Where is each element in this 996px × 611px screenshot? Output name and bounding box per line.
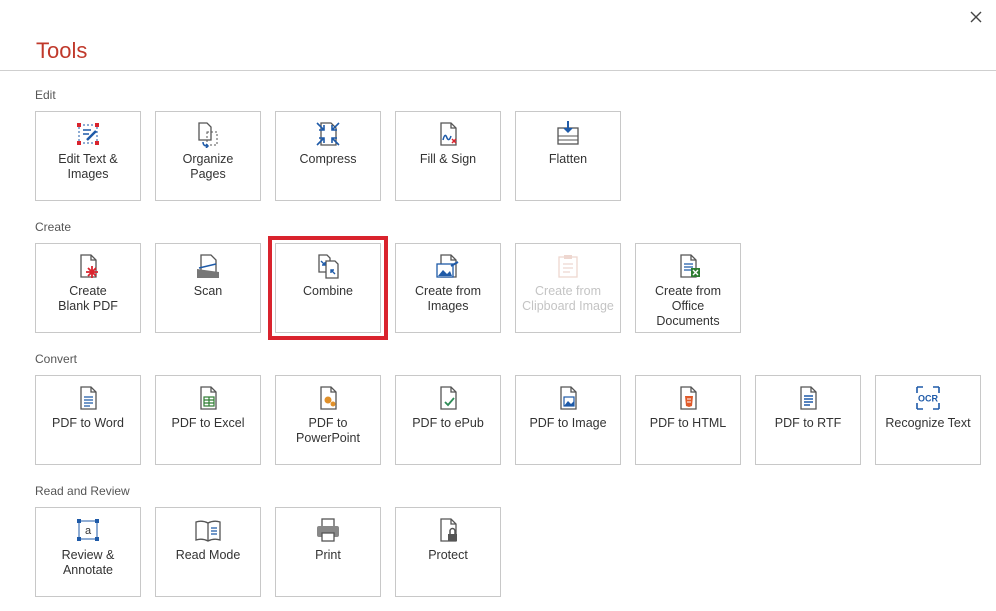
organize-pages-icon (194, 120, 222, 148)
title-divider (0, 70, 996, 71)
tool-label: Edit Text & Images (58, 152, 118, 181)
tool-protect[interactable]: Protect (395, 507, 501, 597)
ocr-icon: OCR (914, 384, 942, 412)
clipboard-icon (554, 252, 582, 280)
tool-label: Print (315, 548, 341, 562)
tool-review-annotate[interactable]: a Review & Annotate (35, 507, 141, 597)
svg-text:a: a (85, 525, 92, 537)
tool-read-mode[interactable]: Read Mode (155, 507, 261, 597)
blank-pdf-icon (74, 252, 102, 280)
tool-label: Create from Clipboard Image (522, 284, 614, 313)
tool-label: Create from Office Documents (655, 284, 721, 328)
html-icon (674, 384, 702, 412)
tool-label: PDF to Image (529, 416, 607, 430)
office-docs-icon (674, 252, 702, 280)
excel-icon (194, 384, 222, 412)
fill-sign-icon (434, 120, 462, 148)
tool-pdf-to-rtf[interactable]: PDF to RTF (755, 375, 861, 465)
tool-create-blank-pdf[interactable]: Create Blank PDF (35, 243, 141, 333)
tool-fill-sign[interactable]: Fill & Sign (395, 111, 501, 201)
close-icon (970, 11, 982, 23)
tool-label: Compress (299, 152, 357, 166)
epub-icon (434, 384, 462, 412)
images-icon (434, 252, 462, 280)
tool-label: PDF to ePub (412, 416, 484, 430)
tool-edit-text-images[interactable]: Edit Text & Images (35, 111, 141, 201)
tool-pdf-to-powerpoint[interactable]: PDF to PowerPoint (275, 375, 381, 465)
tool-label: Create Blank PDF (58, 284, 118, 313)
tool-create-from-clipboard-image: Create from Clipboard Image (515, 243, 621, 333)
read-mode-icon (194, 516, 222, 544)
page-title: Tools (36, 38, 88, 63)
tool-label: Organize Pages (182, 152, 234, 181)
tool-label: Review & Annotate (61, 548, 115, 577)
tool-label: PDF to RTF (774, 416, 842, 430)
compress-icon (314, 120, 342, 148)
rtf-icon (794, 384, 822, 412)
close-button[interactable] (966, 7, 986, 27)
tool-label: Protect (428, 548, 468, 562)
flatten-icon (554, 120, 582, 148)
word-icon (74, 384, 102, 412)
tool-pdf-to-excel[interactable]: PDF to Excel (155, 375, 261, 465)
tool-pdf-to-word[interactable]: PDF to Word (35, 375, 141, 465)
svg-text:OCR: OCR (918, 394, 939, 404)
section-label-read-and-review: Read and Review (35, 484, 130, 498)
tool-pdf-to-image[interactable]: PDF to Image (515, 375, 621, 465)
tool-organize-pages[interactable]: Organize Pages (155, 111, 261, 201)
tool-create-from-office-documents[interactable]: Create from Office Documents (635, 243, 741, 333)
tool-recognize-text[interactable]: OCR Recognize Text (875, 375, 981, 465)
tool-label: Flatten (548, 152, 588, 166)
tool-label: PDF to Excel (171, 416, 245, 430)
tool-label: Recognize Text (885, 416, 971, 430)
combine-icon (314, 252, 342, 280)
tool-label: Create from Images (415, 284, 481, 313)
tool-label: Scan (193, 284, 223, 298)
tool-flatten[interactable]: Flatten (515, 111, 621, 201)
section-label-create: Create (35, 220, 72, 234)
tool-pdf-to-epub[interactable]: PDF to ePub (395, 375, 501, 465)
tool-label: Combine (302, 284, 354, 298)
annotate-icon: a (74, 516, 102, 544)
tool-combine[interactable]: Combine (268, 236, 388, 340)
print-icon (314, 516, 342, 544)
tool-label: PDF to PowerPoint (296, 416, 360, 445)
tool-compress[interactable]: Compress (275, 111, 381, 201)
tool-scan[interactable]: Scan (155, 243, 261, 333)
edit-text-icon (74, 120, 102, 148)
tool-label: PDF to Word (51, 416, 124, 430)
protect-icon (434, 516, 462, 544)
tool-print[interactable]: Print (275, 507, 381, 597)
section-label-edit: Edit (35, 88, 56, 102)
tool-label: Read Mode (175, 548, 241, 562)
scan-icon (194, 252, 222, 280)
tool-create-from-images[interactable]: Create from Images (395, 243, 501, 333)
tool-label: Fill & Sign (419, 152, 477, 166)
powerpoint-icon (314, 384, 342, 412)
tool-pdf-to-html[interactable]: PDF to HTML (635, 375, 741, 465)
tool-label: PDF to HTML (649, 416, 727, 430)
section-label-convert: Convert (35, 352, 78, 366)
image-icon (554, 384, 582, 412)
